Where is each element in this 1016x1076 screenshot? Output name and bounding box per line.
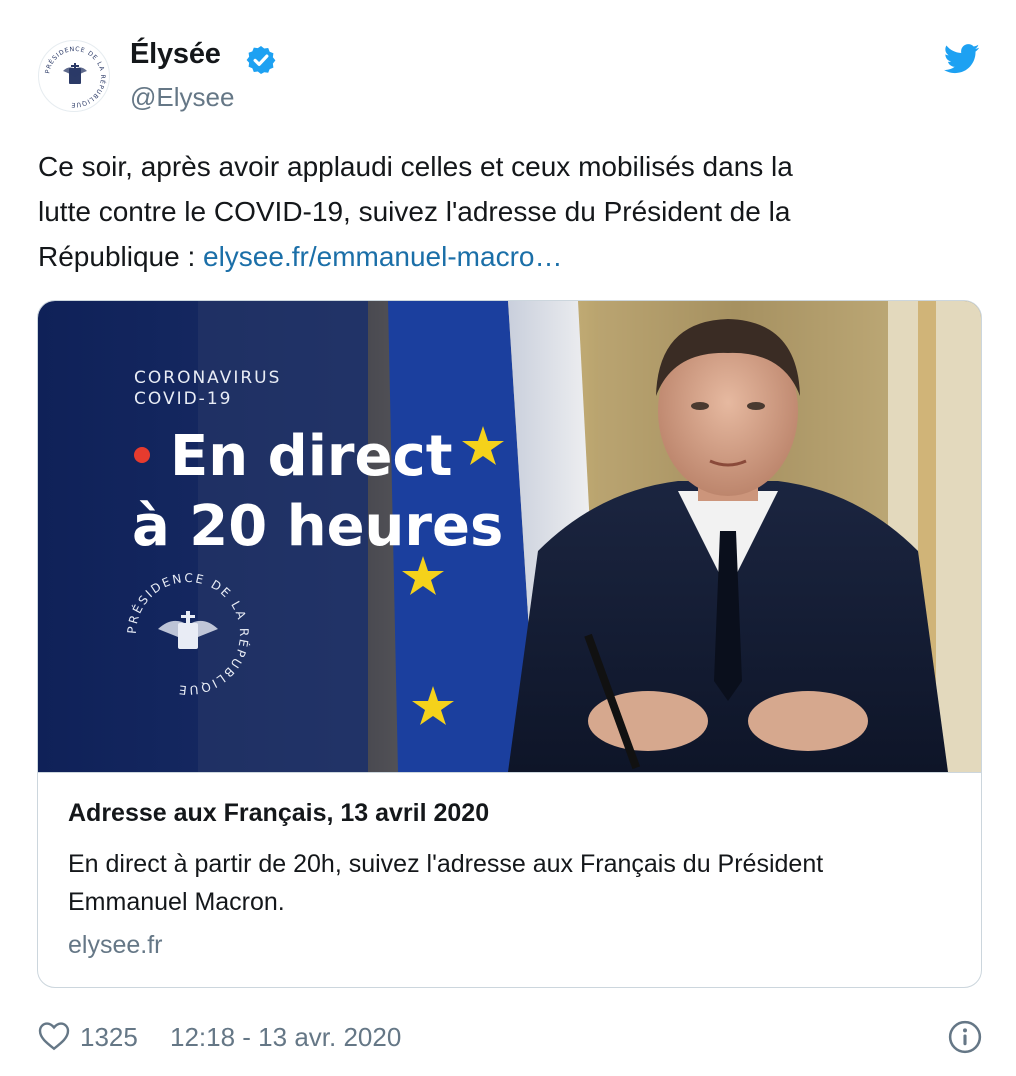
tweet-footer: 1325 12:18 - 13 avr. 2020: [38, 1018, 982, 1058]
tweet-text-line: Ce soir, après avoir applaudi celles et …: [38, 151, 793, 182]
like-count[interactable]: 1325: [80, 1022, 138, 1053]
embedded-tweet: PRÉSIDENCE DE LA RÉPUBLIQUE Élysée @Elys…: [0, 0, 1016, 1076]
card-image-headline: En direct: [170, 424, 452, 489]
card-description-line: En direct à partir de 20h, suivez l'adre…: [68, 850, 824, 878]
twitter-bird-icon[interactable]: [944, 44, 980, 74]
account-handle[interactable]: @Elysee: [130, 82, 234, 113]
tweet-text-line: lutte contre le COVID-19, suivez l'adres…: [38, 196, 791, 227]
display-name[interactable]: Élysée: [130, 38, 221, 71]
card-image[interactable]: CORONAVIRUS COVID-19 En direct à 20 heur…: [38, 301, 981, 772]
card-domain: elysee.fr: [68, 931, 163, 959]
tweet-text-line: République : elysee.fr/emmanuel-macro…: [38, 234, 978, 279]
card-title[interactable]: Adresse aux Français, 13 avril 2020: [68, 799, 489, 828]
heart-icon[interactable]: [38, 1021, 70, 1051]
card-image-kicker: CORONAVIRUS: [134, 368, 281, 388]
card-image-headline: à 20 heures: [132, 494, 503, 559]
card-divider: [38, 772, 981, 773]
presidency-seal-icon: PRÉSIDENCE DE LA RÉPUBLIQUE: [44, 46, 107, 108]
tweet-text: Ce soir, après avoir applaudi celles et …: [38, 144, 978, 279]
tweet-text-fragment: République :: [38, 241, 204, 272]
card-image-kicker: COVID-19: [134, 389, 232, 409]
live-dot-icon: [134, 447, 150, 463]
card-description-line: Emmanuel Macron.: [68, 888, 285, 916]
verified-badge-icon: [246, 46, 276, 74]
link-preview-card[interactable]: CORONAVIRUS COVID-19 En direct à 20 heur…: [37, 300, 982, 988]
tweet-timestamp[interactable]: 12:18 - 13 avr. 2020: [170, 1022, 401, 1053]
card-description: En direct à partir de 20h, suivez l'adre…: [68, 845, 958, 921]
tweet-link[interactable]: elysee.fr/emmanuel-macro…: [203, 241, 562, 272]
profile-avatar[interactable]: PRÉSIDENCE DE LA RÉPUBLIQUE: [38, 40, 110, 112]
info-icon[interactable]: [948, 1020, 982, 1054]
